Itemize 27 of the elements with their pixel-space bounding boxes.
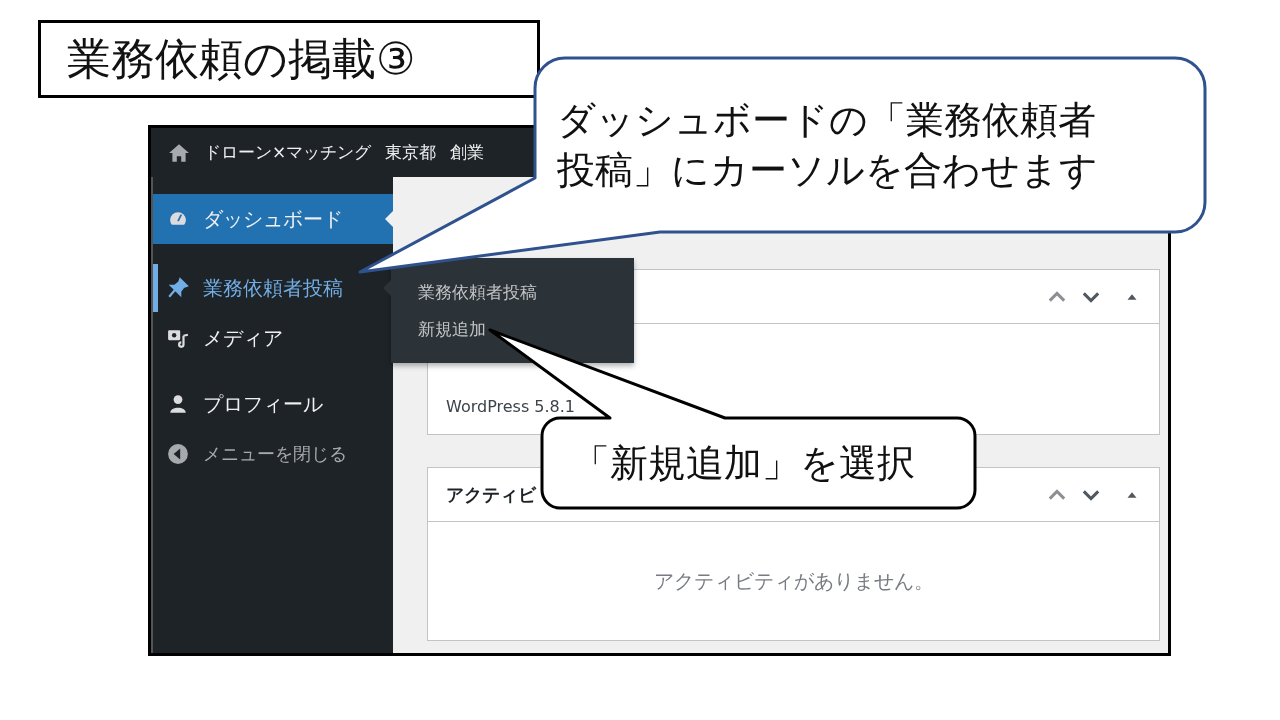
collapse-icon [167,443,189,465]
slide-title: 業務依頼の掲載③ [38,20,540,98]
admin-bar-link[interactable]: 創業 [450,141,485,164]
callout-text: ダッシュボードの「業務依頼者 [557,97,1097,144]
widget-title: アクティビ [446,482,536,507]
submenu-item[interactable]: 新規追加 [418,317,486,341]
widget-text: WordPress 5.8.1 [446,397,576,416]
submenu-item[interactable]: 業務依頼者投稿 [418,280,537,304]
sidebar-label: プロフィール [203,390,323,418]
sidebar-item[interactable]: ダッシュボード [153,194,393,244]
media-icon [167,327,189,349]
admin-bar-link[interactable]: 東京都 [385,141,437,164]
pin-icon [167,277,189,299]
sidebar-item[interactable]: 業務依頼者投稿 [153,264,393,312]
callout-text: 投稿」にカーソルを合わせます [557,147,1098,194]
widget-text: アクティビティがありません。 [653,567,934,595]
sidebar-label: 業務依頼者投稿 [203,274,343,302]
callout-text: 「新規追加」を選択 [572,440,915,487]
sidebar-item[interactable]: メニューを閉じる [153,430,393,478]
sidebar-label: メニューを閉じる [203,442,347,466]
sidebar-label: メディア [203,324,283,352]
site-name-link[interactable]: ドローン×マッチング [204,141,372,164]
person-icon [167,393,189,415]
sidebar-item[interactable]: メディア [153,314,393,362]
current-page-pointer [385,211,393,227]
sidebar-item[interactable]: プロフィール [153,380,393,428]
sidebar-label: ダッシュボード [203,205,343,233]
